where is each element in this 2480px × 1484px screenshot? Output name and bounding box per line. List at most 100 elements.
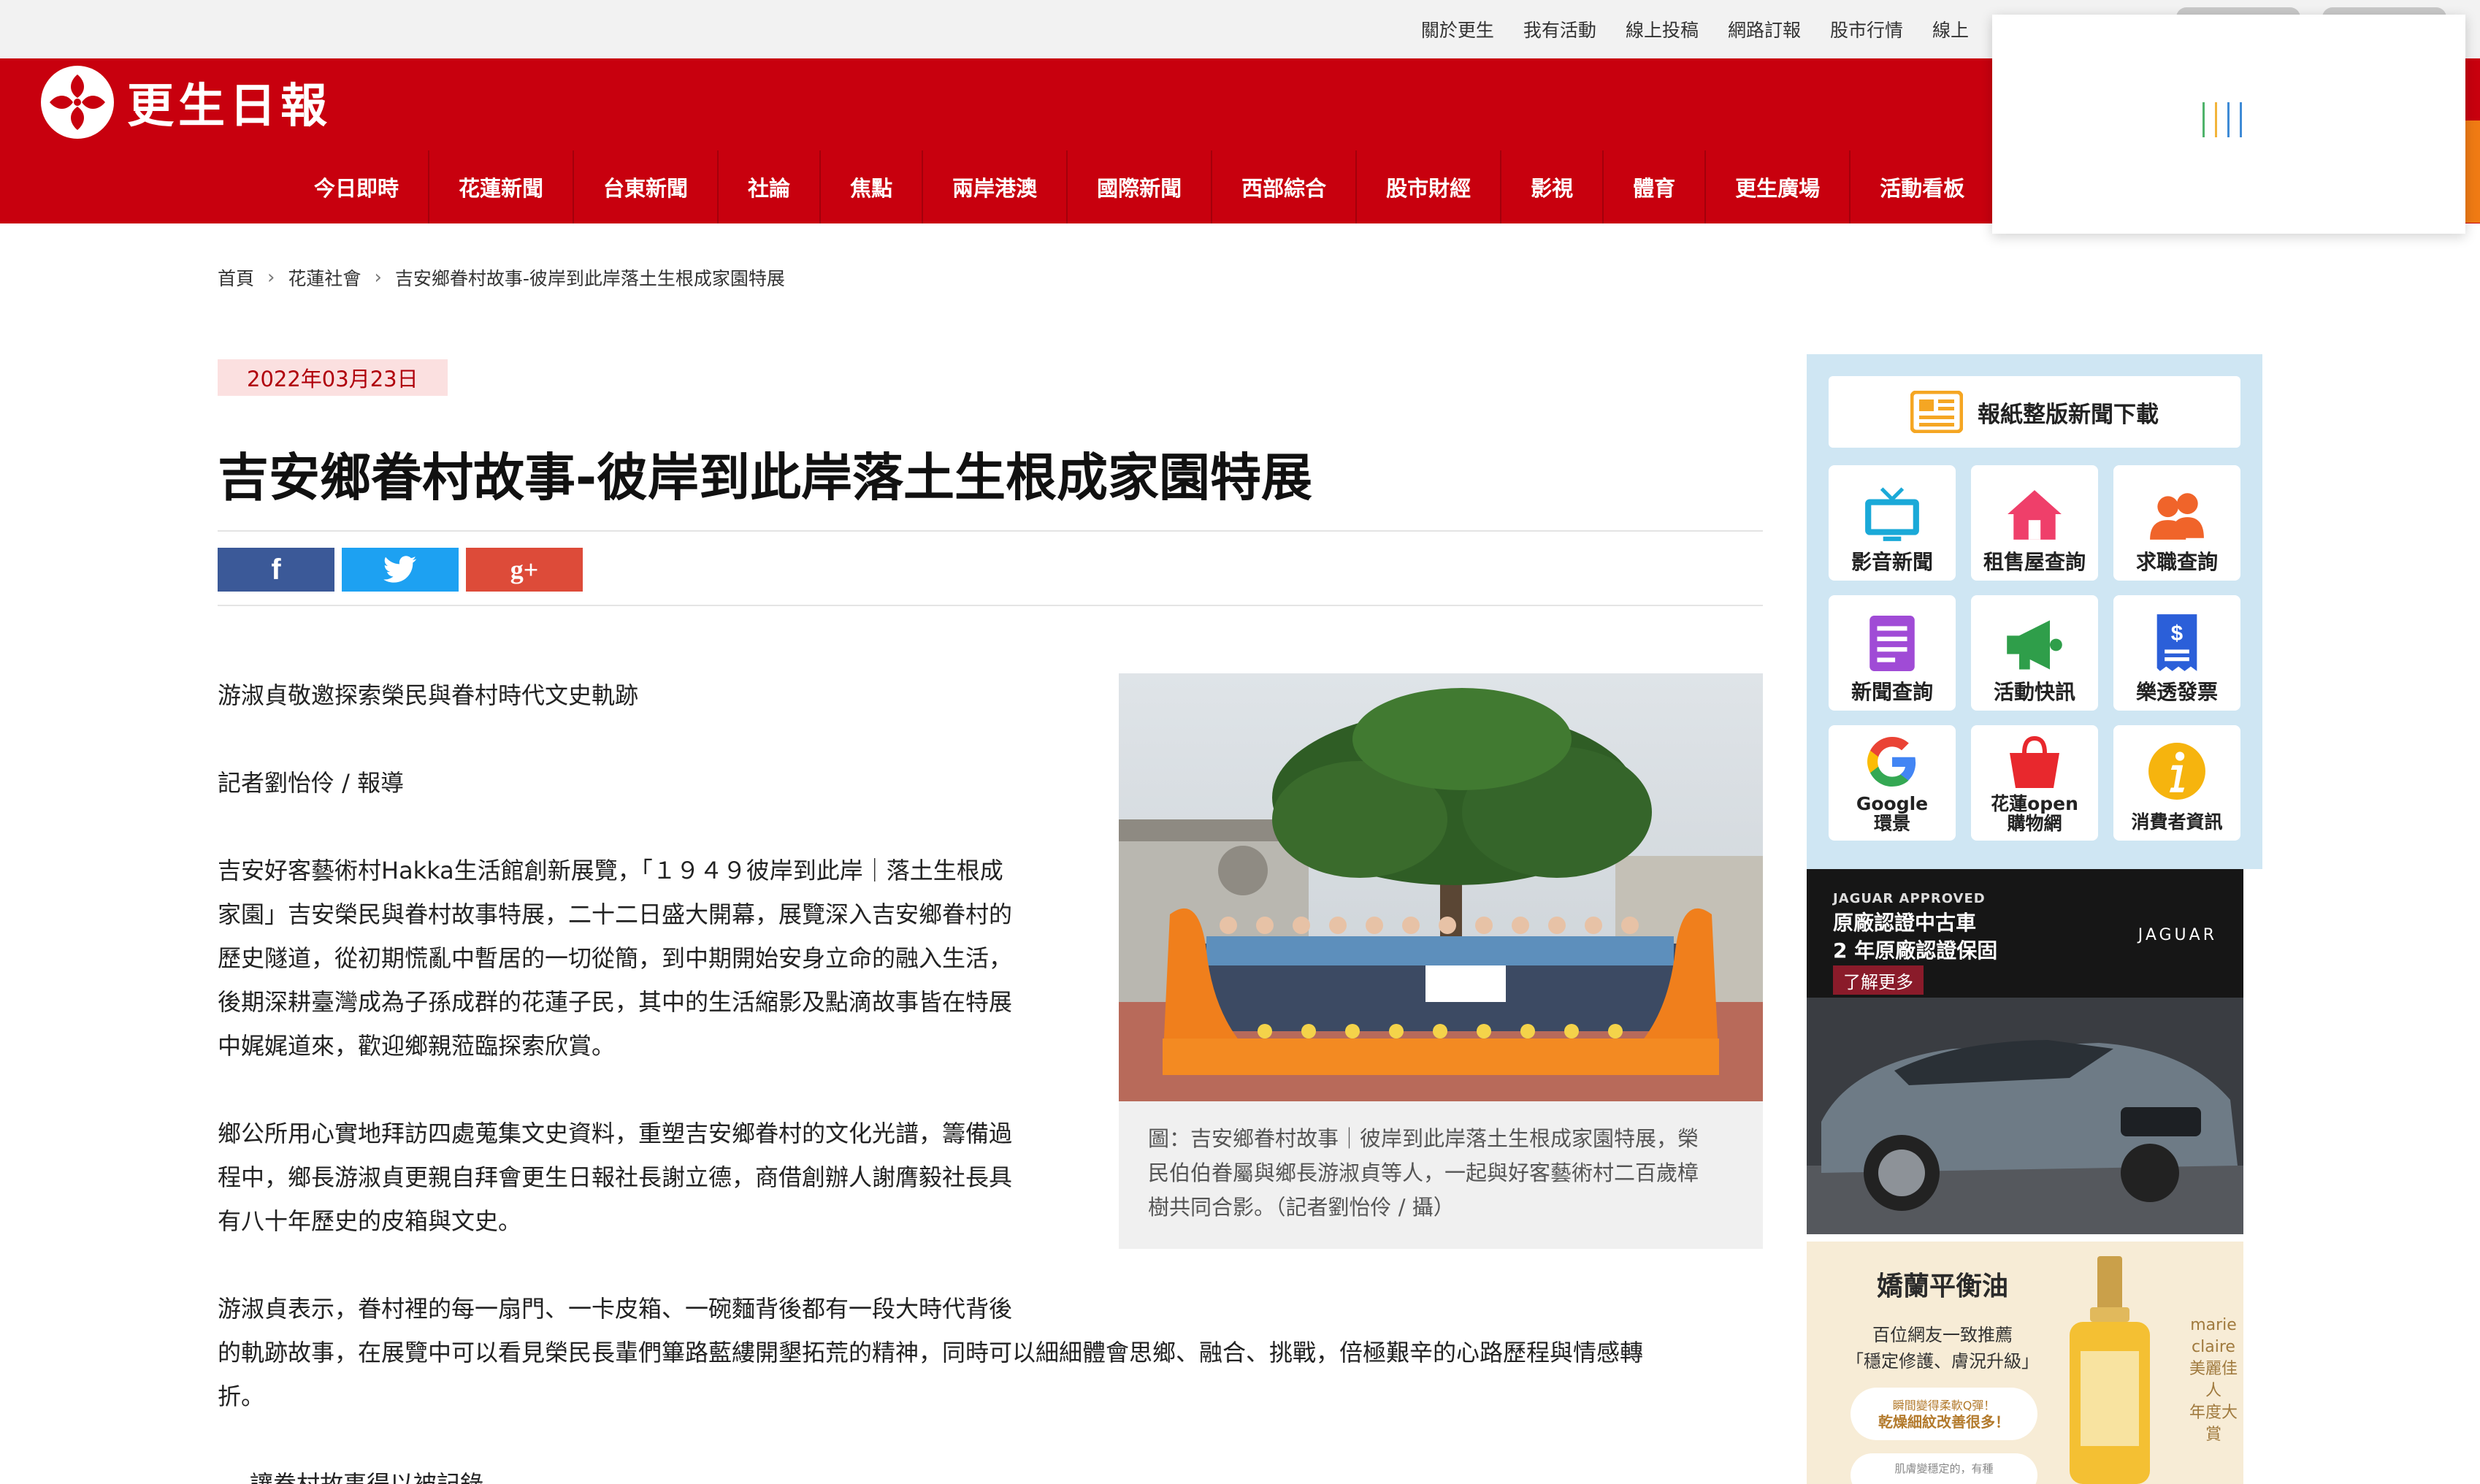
text-line: 吉安好客藝術村Hakka生活館創新展覽，「１９４９彼岸到此岸｜落土生根成 xyxy=(218,857,1003,884)
article-subtitle: 游淑貞敬邀探索榮民與眷村時代文史軌跡 xyxy=(218,681,639,709)
article-figure: 圖：吉安鄉眷村故事｜彼岸到此岸落土生根成家園特展，榮 民伯伯眷屬與鄉長游淑貞等人… xyxy=(1119,673,1763,1249)
text-line: 中娓娓道來，歡迎鄉親蒞臨探索欣賞。 xyxy=(218,1032,616,1060)
text-line: 的軌跡故事，在展覽中可以看見榮民長輩們篳路藍縷開墾拓荒的精神，同時可以細細體會思… xyxy=(218,1339,1644,1366)
info-icon xyxy=(2148,743,2205,800)
tile-consumer-info[interactable]: 消費者資訊 xyxy=(2113,725,2240,841)
tile-hualien-shop[interactable]: 花蓮open 購物網 xyxy=(1971,725,2098,841)
google-icon xyxy=(1867,737,1916,787)
tile-lottery[interactable]: $ 樂透發票 xyxy=(2113,595,2240,711)
text-line: 折。 xyxy=(218,1382,265,1410)
text-line: 家園」吉安榮民與眷村故事特展，二十二日盛大開幕，展覽深入吉安鄉眷村的 xyxy=(218,900,1013,928)
house-icon xyxy=(2008,490,2062,540)
nav-sports[interactable]: 體育 xyxy=(1604,150,1707,223)
car-image xyxy=(1807,998,2243,1234)
top-link-stocks[interactable]: 股市行情 xyxy=(1830,16,1903,42)
twitter-share-button[interactable] xyxy=(342,548,459,592)
newspaper-icon xyxy=(1910,391,1963,433)
tile-video-news[interactable]: 影音新聞 xyxy=(1829,465,1956,581)
nav-hualien[interactable]: 花蓮新聞 xyxy=(429,150,575,223)
tile-google-streetview[interactable]: Google 環景 xyxy=(1829,725,1956,841)
tile-news-search[interactable]: 新聞查詢 xyxy=(1829,595,1956,711)
top-link-about[interactable]: 關於更生 xyxy=(1421,16,1494,42)
paper-download-button[interactable]: 報紙整版新聞下載 xyxy=(1829,376,2240,448)
top-links: 關於更生 我有活動 線上投稿 網路訂報 股市行情 線上 xyxy=(1421,0,1969,58)
article-paragraph-3: 游淑貞表示，眷村裡的每一扇門、一卡皮箱、一碗麵背後都有一段大時代背後 的軌跡故事… xyxy=(218,1287,1751,1418)
twitter-icon xyxy=(383,556,417,583)
article-photo[interactable] xyxy=(1119,673,1763,1101)
article-paragraph-1: 吉安好客藝術村Hakka生活館創新展覽，「１９４９彼岸到此岸｜落土生根成 家園」… xyxy=(218,849,1079,1068)
tile-label: 影音新聞 xyxy=(1851,550,1933,574)
nav-entertainment[interactable]: 影視 xyxy=(1501,150,1604,223)
nav-international[interactable]: 國際新聞 xyxy=(1068,150,1213,223)
jaguar-logo: JAGUAR xyxy=(2138,926,2217,944)
ad-quote-line: 瞬間變得柔軟Q彈！ xyxy=(1892,1399,1996,1412)
tile-label: 消費者資訊 xyxy=(2131,811,2223,833)
tile-label: 新聞查詢 xyxy=(1851,680,1933,704)
award-line: marie claire xyxy=(2190,1316,2237,1356)
loading-popup xyxy=(1992,15,2465,234)
text-line: 鄉公所用心實地拜訪四處蒐集文史資料，重塑吉安鄉眷村的文化光譜，籌備過 xyxy=(218,1120,1013,1147)
document-icon xyxy=(1869,616,1915,671)
googleplus-share-button[interactable]: g+ xyxy=(466,548,583,592)
tile-label: 租售屋查詢 xyxy=(1983,550,2086,574)
text-line: 有八十年歷史的皮箱與文史。 xyxy=(218,1207,522,1235)
ad-quote-bubble: 肌膚變穩定的，有種 xyxy=(1851,1453,2037,1484)
nav-editorial[interactable]: 社論 xyxy=(719,150,822,223)
jaguar-ad[interactable]: JAGUAR APPROVED 原廠認證中古車 2 年原廠認證保固 了解更多 J… xyxy=(1807,869,2243,1234)
nav-taitung[interactable]: 台東新聞 xyxy=(574,150,719,223)
nav-today[interactable]: 今日即時 xyxy=(285,150,430,223)
tv-icon xyxy=(1865,487,1919,541)
top-link-subscribe[interactable]: 網路訂報 xyxy=(1728,16,1801,42)
main-nav: 今日即時 花蓮新聞 台東新聞 社論 焦點 兩岸港澳 國際新聞 西部綜合 股市財經… xyxy=(285,150,1994,223)
divider xyxy=(218,530,1763,532)
ad-headline: 原廠認證中古車 xyxy=(1833,911,1977,935)
ad-tagline-line: 百位網友一致推薦 xyxy=(1872,1325,2013,1345)
breadcrumb-category[interactable]: 花蓮社會 xyxy=(288,264,361,291)
tile-event-news[interactable]: 活動快訊 xyxy=(1971,595,2098,711)
side-tab[interactable] xyxy=(2465,121,2480,223)
top-link-online[interactable]: 線上 xyxy=(1932,16,1969,42)
nav-focus[interactable]: 焦點 xyxy=(821,150,924,223)
tile-label: 活動快訊 xyxy=(1993,680,2075,704)
megaphone-icon xyxy=(2007,620,2062,670)
loading-icon xyxy=(2202,102,2242,137)
nav-plaza[interactable]: 更生廣場 xyxy=(1706,150,1851,223)
facebook-share-button[interactable]: f xyxy=(218,548,334,592)
divider xyxy=(218,605,1763,606)
award-badge: marie claire 美麗佳人 年度大賞 xyxy=(2184,1315,2243,1446)
paper-download-label: 報紙整版新聞下載 xyxy=(1978,401,2159,428)
caption-line: 樹共同合影。（記者劉怡伶 / 攝） xyxy=(1148,1195,1455,1220)
sidebar-services: 報紙整版新聞下載 影音新聞 租售屋查詢 求職查詢 新聞查詢 活動快訊 $ 樂透發… xyxy=(1807,354,2262,869)
text-line: 程中，鄉長游淑貞更親自拜會更生日報社長謝立德，商借創辦人謝膺毅社長具 xyxy=(218,1163,1013,1191)
top-link-submit[interactable]: 線上投稿 xyxy=(1626,16,1699,42)
article-paragraph-4: 讓眷村故事得以被記錄 xyxy=(250,1470,484,1484)
nav-cross-strait[interactable]: 兩岸港澳 xyxy=(923,150,1068,223)
nav-west[interactable]: 西部綜合 xyxy=(1212,150,1358,223)
tile-label: 樂透發票 xyxy=(2135,680,2218,704)
article-byline: 記者劉怡伶 / 報導 xyxy=(218,769,405,797)
learn-more-button[interactable]: 了解更多 xyxy=(1833,965,1924,995)
text-line: 歷史隧道，從初期慌亂中暫居的一切從簡，到中期開始安身立命的融入生活， xyxy=(218,944,1013,972)
ad-quote-line: 乾燥細紋改善很多！ xyxy=(1878,1413,2010,1431)
tile-rental[interactable]: 租售屋查詢 xyxy=(1971,465,2098,581)
tile-jobs[interactable]: 求職查詢 xyxy=(2113,465,2240,581)
ad-subheadline: 2 年原廠認證保固 xyxy=(1833,938,1998,963)
article-title: 吉安鄉眷村故事-彼岸到此岸落土生根成家園特展 xyxy=(218,448,1313,508)
award-line: 美麗佳人 xyxy=(2189,1360,2238,1400)
article-paragraph-2: 鄉公所用心實地拜訪四處蒐集文史資料，重塑吉安鄉眷村的文化光譜，籌備過 程中，鄉長… xyxy=(218,1112,1079,1243)
share-buttons: f g+ xyxy=(218,548,583,592)
nav-finance[interactable]: 股市財經 xyxy=(1357,150,1502,223)
caption-line: 民伯伯眷屬與鄉長游淑貞等人，一起與好客藝術村二百歲樟 xyxy=(1148,1160,1699,1185)
nav-events[interactable]: 活動看板 xyxy=(1851,150,1994,223)
site-logo[interactable]: 更生日報 xyxy=(41,66,332,139)
article-date: 2022年03月23日 xyxy=(218,359,448,396)
logo-text: 更生日報 xyxy=(127,79,332,134)
breadcrumb-current: 吉安鄉眷村故事-彼岸到此岸落土生根成家園特展 xyxy=(394,268,785,289)
caption-line: 圖：吉安鄉眷村故事｜彼岸到此岸落土生根成家園特展，榮 xyxy=(1148,1126,1699,1151)
top-link-events[interactable]: 我有活動 xyxy=(1523,16,1596,42)
breadcrumb-home[interactable]: 首頁 xyxy=(218,264,254,291)
ad-eyebrow: JAGUAR APPROVED xyxy=(1833,891,1986,906)
svg-text:$: $ xyxy=(2171,621,2183,646)
lancome-ad[interactable]: 嬌蘭平衡油 百位網友一致推薦 「穩定修護、膚況升級」 瞬間變得柔軟Q彈！ 乾燥細… xyxy=(1807,1242,2243,1484)
chevron-right-icon: › xyxy=(374,267,382,288)
